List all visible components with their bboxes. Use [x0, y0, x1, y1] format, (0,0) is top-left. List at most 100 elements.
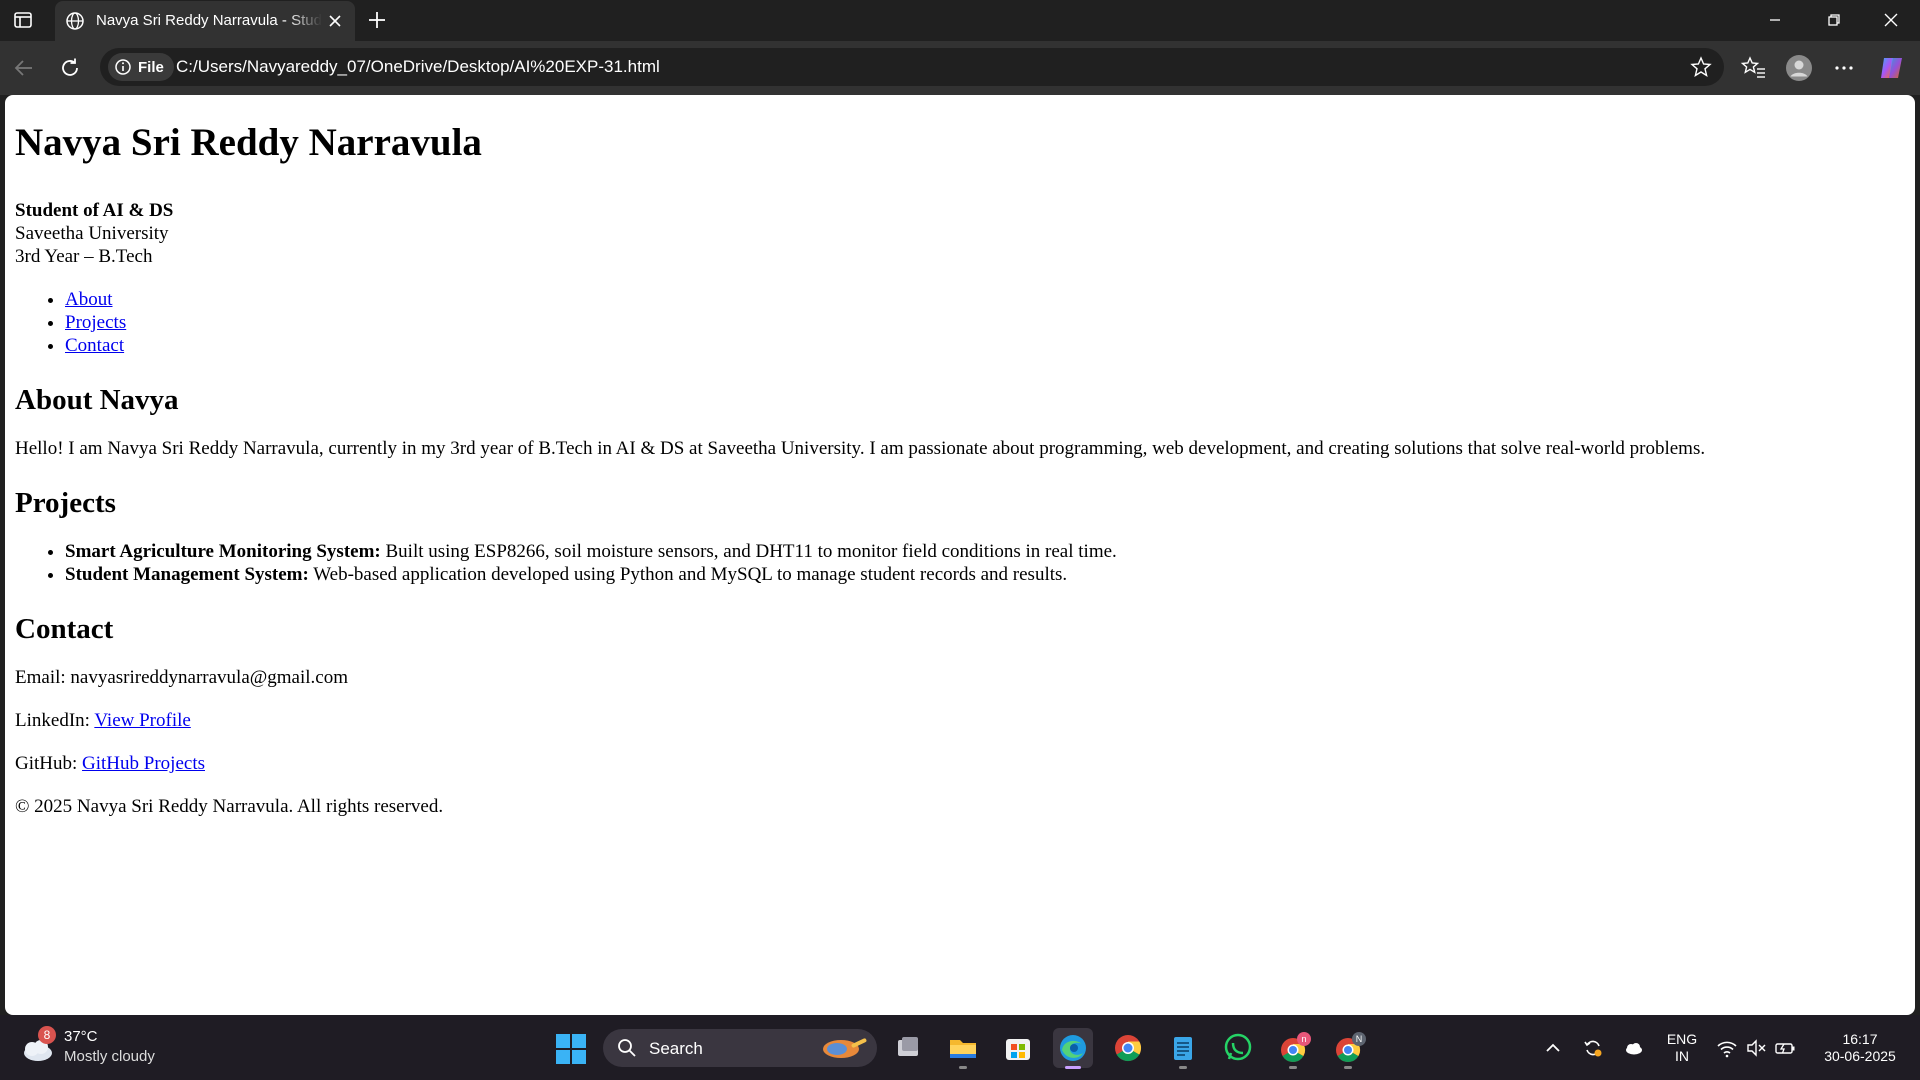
taskbar-notepad[interactable]	[1163, 1028, 1203, 1069]
minimize-icon[interactable]	[1763, 8, 1787, 32]
email-value: navyasrireddynarravula@gmail.com	[70, 667, 348, 688]
favorite-star-icon[interactable]	[1690, 56, 1712, 78]
clock[interactable]: 16:17 30-06-2025	[1812, 1031, 1908, 1065]
onedrive-cloud-icon[interactable]	[1622, 1037, 1644, 1059]
url-text[interactable]: C:/Users/Navyareddy_07/OneDrive/Desktop/…	[176, 57, 660, 77]
task-view-icon	[898, 1037, 918, 1056]
site-info-button[interactable]: File	[108, 53, 174, 81]
battery-icon[interactable]	[1774, 1037, 1796, 1059]
chrome-badge-2: N	[1356, 1034, 1363, 1044]
address-bar[interactable]: File C:/Users/Navyareddy_07/OneDrive/Des…	[100, 48, 1724, 86]
active-tab[interactable]: Navya Sri Reddy Narravula - Student	[55, 1, 355, 41]
project-title: Smart Agriculture Monitoring System:	[65, 541, 381, 562]
about-text: Hello! I am Navya Sri Reddy Narravula, c…	[15, 438, 1706, 459]
profile-avatar-icon[interactable]	[1785, 54, 1813, 82]
project-title: Student Management System:	[65, 564, 309, 585]
site-info-label: File	[138, 58, 164, 76]
project-desc: Web-based application developed using Py…	[308, 564, 1068, 585]
page-viewport: Navya Sri Reddy Narravula Student of AI …	[5, 95, 1915, 1015]
task-view-button[interactable]	[888, 1028, 928, 1068]
taskbar-store[interactable]	[998, 1028, 1038, 1068]
nav-list: About Projects Contact	[15, 288, 1895, 357]
projects-list: Smart Agriculture Monitoring System: Bui…	[15, 540, 1895, 586]
weather-widget[interactable]: 8 37°C Mostly cloudy	[20, 1026, 200, 1070]
taskbar-edge[interactable]	[1053, 1028, 1093, 1069]
windows-start-icon[interactable]	[555, 1033, 587, 1065]
linkedin-label: LinkedIn:	[15, 710, 95, 731]
search-icon	[618, 1039, 636, 1057]
nav-link-contact[interactable]: Contact	[65, 335, 124, 356]
whatsapp-icon	[1224, 1033, 1252, 1061]
nav-item: Contact	[65, 334, 1895, 357]
globe-icon	[66, 12, 84, 30]
email-label: Email:	[15, 667, 71, 688]
close-tab-icon[interactable]	[325, 11, 345, 31]
projects-heading: Projects	[15, 487, 116, 519]
year-text: 3rd Year – B.Tech	[15, 246, 153, 267]
nav-item: Projects	[65, 311, 1895, 334]
favorites-icon[interactable]	[1740, 54, 1768, 82]
close-window-icon[interactable]	[1879, 8, 1903, 32]
chrome-badge-1: n	[1301, 1034, 1306, 1044]
wifi-icon[interactable]	[1716, 1037, 1738, 1059]
language-indicator[interactable]: ENG IN	[1662, 1031, 1702, 1065]
taskbar: 8 37°C Mostly cloudy Search n N ENG IN 1…	[0, 1015, 1920, 1080]
running-indicator	[1289, 1066, 1297, 1069]
browser-toolbar: File C:/Users/Navyareddy_07/OneDrive/Des…	[0, 41, 1920, 95]
footer-text: © 2025 Navya Sri Reddy Narravula. All ri…	[15, 796, 444, 817]
restore-icon[interactable]	[1822, 8, 1846, 32]
search-label: Search	[649, 1039, 703, 1058]
taskbar-search[interactable]: Search	[603, 1029, 877, 1067]
more-options-icon[interactable]	[1830, 54, 1858, 82]
project-desc: Built using ESP8266, soil moisture senso…	[380, 541, 1117, 562]
running-indicator	[1344, 1066, 1352, 1069]
taskbar-file-explorer[interactable]	[943, 1028, 983, 1069]
edge-icon	[1060, 1035, 1086, 1061]
nav-item: About	[65, 288, 1895, 311]
nav-link-about[interactable]: About	[65, 289, 113, 310]
info-icon	[115, 59, 131, 75]
taskbar-whatsapp[interactable]	[1218, 1028, 1258, 1068]
chrome-profile-icon: n	[1281, 1032, 1311, 1063]
tab-title: Navya Sri Reddy Narravula - Student	[96, 12, 322, 29]
linkedin-line: LinkedIn: View Profile	[15, 709, 1895, 732]
file-explorer-icon	[950, 1040, 976, 1058]
active-indicator	[1065, 1066, 1081, 1069]
page-content: Navya Sri Reddy Narravula Student of AI …	[15, 95, 1895, 838]
clock-time: 16:17	[1842, 1031, 1878, 1047]
notepad-icon	[1174, 1037, 1192, 1060]
page-title: Navya Sri Reddy Narravula	[15, 121, 482, 164]
sync-icon[interactable]	[1582, 1037, 1604, 1059]
chrome-profile-icon: N	[1336, 1032, 1366, 1063]
taskbar-chrome-profile-2[interactable]: N	[1328, 1028, 1368, 1069]
show-hidden-icons-chevron-up-icon[interactable]	[1542, 1037, 1564, 1059]
language-region: IN	[1675, 1048, 1689, 1064]
running-indicator	[959, 1066, 967, 1069]
new-tab-icon[interactable]	[365, 8, 389, 32]
chrome-icon	[1115, 1035, 1142, 1062]
github-label: GitHub:	[15, 753, 83, 774]
reload-icon[interactable]	[58, 56, 82, 80]
clock-date: 30-06-2025	[1824, 1048, 1896, 1064]
volume-muted-icon[interactable]	[1745, 1037, 1767, 1059]
microsoft-store-icon	[1006, 1039, 1030, 1060]
email-line: Email: navyasrireddynarravula@gmail.com	[15, 666, 1895, 689]
taskbar-chrome-profile-1[interactable]: n	[1273, 1028, 1313, 1069]
language-code: ENG	[1666, 1031, 1698, 1047]
project-item: Student Management System: Web-based app…	[65, 563, 1895, 586]
running-indicator	[1179, 1066, 1187, 1069]
taskbar-chrome[interactable]	[1108, 1028, 1148, 1068]
project-item: Smart Agriculture Monitoring System: Bui…	[65, 540, 1895, 563]
weather-badge: 8	[38, 1026, 56, 1044]
copilot-icon[interactable]	[1878, 54, 1906, 82]
linkedin-link[interactable]: View Profile	[94, 710, 190, 731]
role-text: Student of AI & DS	[15, 200, 174, 221]
github-link[interactable]: GitHub Projects	[82, 753, 205, 774]
tab-actions-icon[interactable]	[13, 10, 33, 30]
browser-tab-strip: Navya Sri Reddy Narravula - Student	[0, 0, 1920, 41]
back-icon[interactable]	[12, 56, 36, 80]
nav-link-projects[interactable]: Projects	[65, 312, 126, 333]
github-line: GitHub: GitHub Projects	[15, 752, 1895, 775]
search-highlight-icon	[823, 1038, 867, 1058]
university-text: Saveetha University	[15, 223, 169, 244]
